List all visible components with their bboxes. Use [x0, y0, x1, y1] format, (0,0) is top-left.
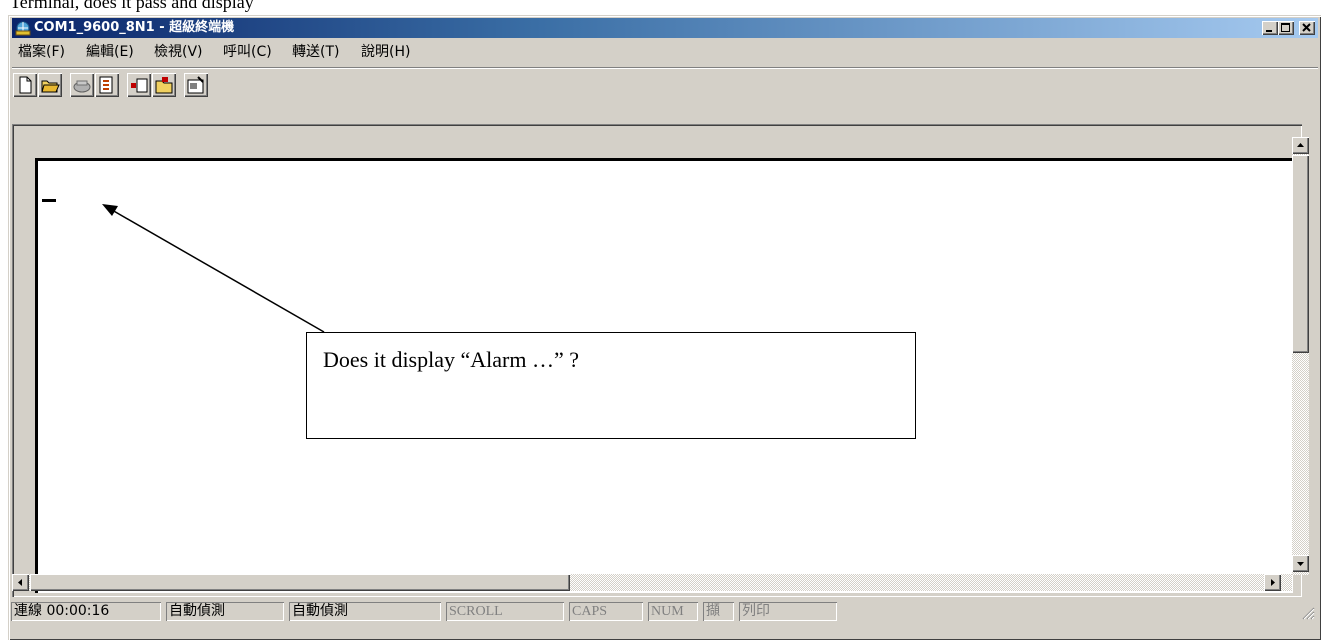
annotation-callout: Does it display “Alarm …” ? — [306, 332, 916, 439]
arrowhead-icon — [102, 204, 118, 216]
annotation-text: Does it display “Alarm …” ? — [323, 347, 579, 372]
annotation-arrow — [102, 204, 325, 333]
